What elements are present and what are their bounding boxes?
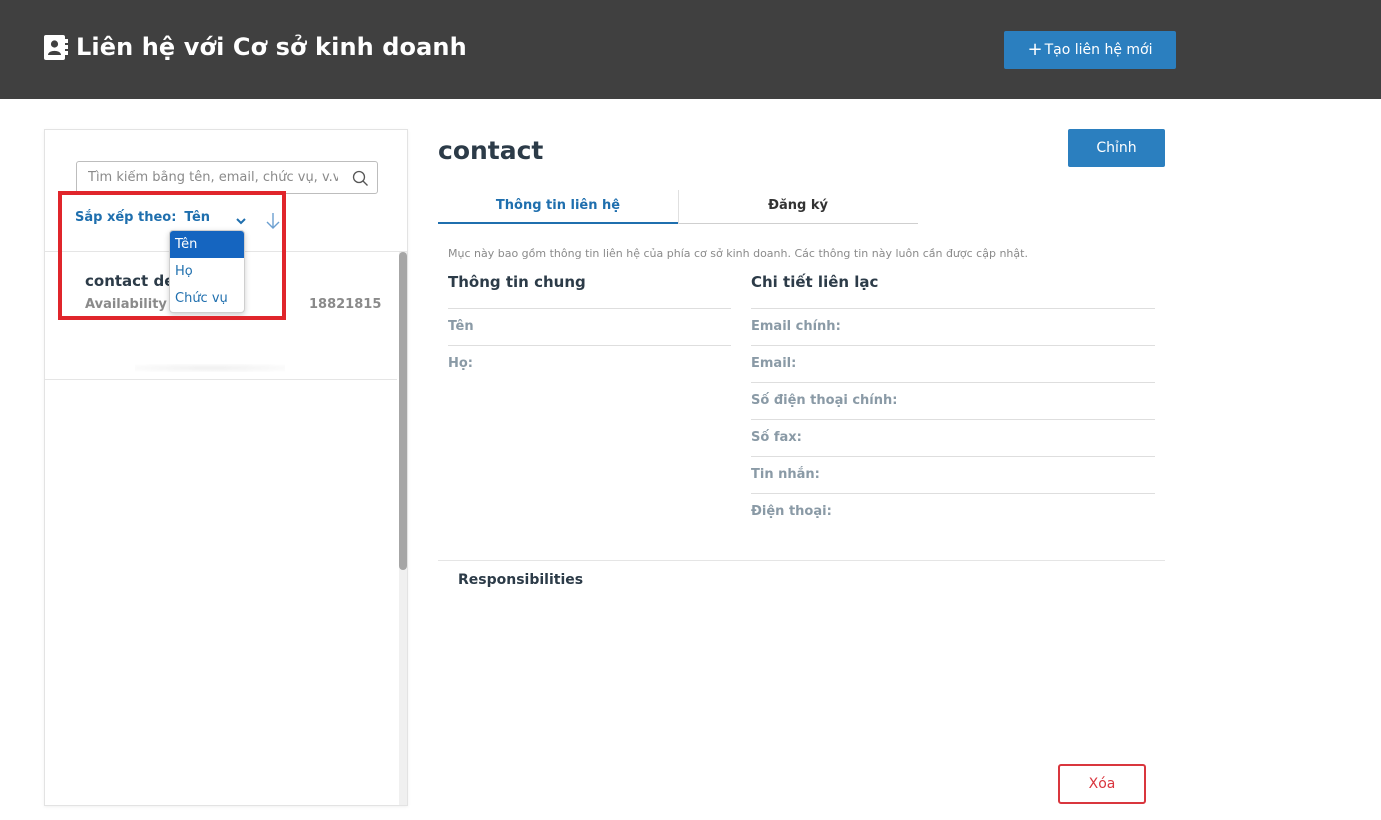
field-primary-phone: Số điện thoại chính: bbox=[751, 382, 1155, 419]
tab-contact-info[interactable]: Thông tin liên hệ bbox=[438, 190, 678, 224]
field-first-name: Tên bbox=[448, 308, 731, 345]
sort-select[interactable]: Tên bbox=[184, 210, 210, 225]
chevron-down-icon[interactable] bbox=[236, 214, 246, 224]
sort-label: Sắp xếp theo: bbox=[75, 210, 177, 225]
new-contact-label: Tạo liên hệ mới bbox=[1044, 42, 1153, 58]
sort-option-chuc-vu[interactable]: Chức vụ bbox=[170, 285, 244, 312]
item-shadow bbox=[135, 364, 285, 372]
plus-icon: + bbox=[1027, 39, 1043, 60]
field-email: Email: bbox=[751, 345, 1155, 382]
general-info-title: Thông tin chung bbox=[448, 273, 586, 291]
tab-separator bbox=[678, 190, 679, 224]
search-icon[interactable] bbox=[352, 170, 369, 187]
contact-title: contact bbox=[438, 136, 544, 165]
app-header: Liên hệ với Cơ sở kinh doanh + Tạo liên … bbox=[0, 0, 1381, 99]
sort-option-ho[interactable]: Họ bbox=[170, 258, 244, 285]
sort-dropdown: Tên Họ Chức vụ bbox=[169, 230, 245, 313]
search-box[interactable] bbox=[76, 161, 378, 194]
delete-button[interactable]: Xóa bbox=[1058, 764, 1146, 804]
field-last-name: Họ: bbox=[448, 345, 731, 382]
new-contact-button[interactable]: + Tạo liên hệ mới bbox=[1004, 31, 1176, 69]
search-input[interactable] bbox=[88, 170, 338, 185]
tab-subscription[interactable]: Đăng ký bbox=[678, 190, 918, 224]
scrollbar-thumb[interactable] bbox=[399, 252, 407, 570]
detail-tabs: Thông tin liên hệ Đăng ký bbox=[438, 190, 918, 224]
field-phone: Điện thoại: bbox=[751, 493, 1155, 530]
header-title-group: Liên hệ với Cơ sở kinh doanh bbox=[44, 33, 467, 61]
responsibilities-title: Responsibilities bbox=[458, 572, 584, 588]
contact-details-title: Chi tiết liên lạc bbox=[751, 273, 879, 291]
sort-control: Sắp xếp theo: Tên bbox=[75, 210, 246, 225]
contact-book-icon bbox=[44, 34, 68, 61]
edit-button[interactable]: Chỉnh bbox=[1068, 129, 1165, 167]
page-title: Liên hệ với Cơ sở kinh doanh bbox=[76, 33, 467, 61]
field-message: Tin nhắn: bbox=[751, 456, 1155, 493]
field-fax: Số fax: bbox=[751, 419, 1155, 456]
section-description: Mục này bao gồm thông tin liên hệ của ph… bbox=[448, 247, 1028, 260]
contact-phone: 18821815 bbox=[309, 297, 382, 312]
responsibilities-divider bbox=[438, 560, 1165, 561]
arrow-down-icon[interactable] bbox=[265, 212, 281, 230]
field-primary-email: Email chính: bbox=[751, 308, 1155, 345]
sort-option-ten[interactable]: Tên bbox=[170, 231, 244, 258]
